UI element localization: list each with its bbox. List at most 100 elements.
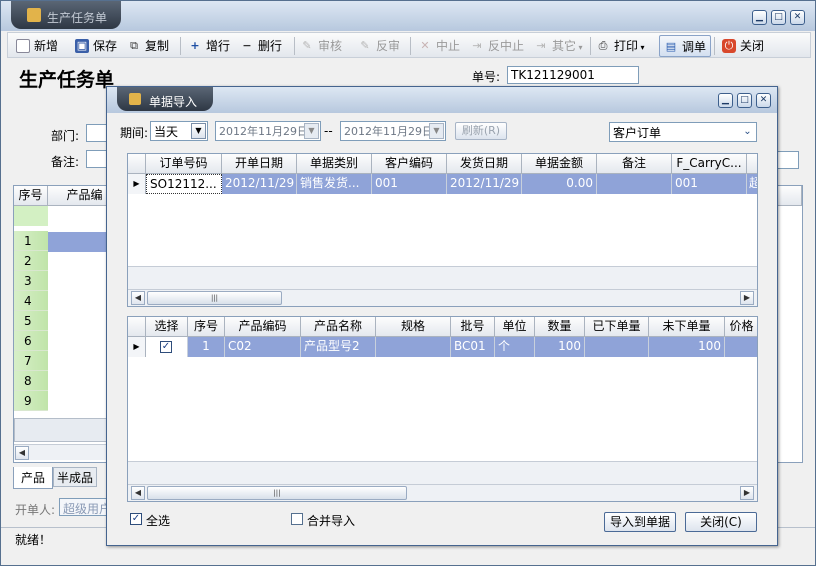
- order-cell[interactable]: SO12112...: [146, 174, 222, 194]
- order-cell[interactable]: 销售发货...: [297, 174, 372, 194]
- product-scroll-thumb[interactable]: |||: [147, 486, 407, 500]
- import-to-doc-button[interactable]: 导入到单据: [604, 512, 676, 532]
- scroll-right-icon[interactable]: ▶: [740, 486, 754, 500]
- window-title: 生产任务单: [47, 11, 108, 25]
- remark-field-end[interactable]: [777, 151, 799, 169]
- date-to-chevron-icon[interactable]: ▼: [429, 123, 444, 139]
- order-cell[interactable]: 001: [672, 174, 747, 194]
- product-cell[interactable]: BC01: [451, 337, 495, 357]
- dialog-maximize-button[interactable]: □: [737, 93, 752, 108]
- scroll-left-icon[interactable]: ◀: [131, 291, 145, 305]
- unstop-label: 反中止: [488, 39, 525, 53]
- form-title: 生产任务单: [19, 69, 115, 91]
- close-label: 关闭: [740, 39, 765, 53]
- col-header-carry: F_CarryC...: [672, 154, 747, 174]
- order-cell[interactable]: 001: [372, 174, 447, 194]
- scroll-left-icon[interactable]: ◀: [131, 486, 145, 500]
- product-grid-hscrollbar[interactable]: ◀ ||| ▶: [128, 485, 757, 501]
- col-header-unordered-qty: 未下单量: [649, 317, 725, 337]
- select-cell[interactable]: ✓: [146, 337, 188, 357]
- stop-button[interactable]: ✕ 中止: [418, 37, 460, 55]
- close-button[interactable]: ⏻ 关闭: [722, 37, 764, 55]
- print-button[interactable]: ⎙ 打印 ▾: [596, 37, 645, 55]
- col-header-order-no: 订单号码: [146, 154, 222, 174]
- grid-hscrollbar[interactable]: ◀: [14, 444, 110, 460]
- scroll-right-icon[interactable]: ▶: [740, 291, 754, 305]
- doc-type-select[interactable]: 客户订单 ⌄: [609, 122, 757, 142]
- product-cell[interactable]: 100: [649, 337, 725, 357]
- dialog-app-icon: [129, 93, 141, 105]
- save-button[interactable]: ▣ 保存: [75, 37, 117, 55]
- selected-row[interactable]: [48, 232, 108, 252]
- order-cell[interactable]: 0.00: [522, 174, 597, 194]
- row-number: 8: [14, 371, 48, 391]
- doc-type-chevron-icon[interactable]: ⌄: [740, 124, 755, 140]
- dialog-minimize-button[interactable]: ▁: [718, 93, 733, 108]
- row-number: 3: [14, 271, 48, 291]
- other-button[interactable]: ⇥ 其它 ▾: [534, 37, 582, 55]
- dialog-close-button[interactable]: 关闭(C): [685, 512, 757, 532]
- col-header-spec: 规格: [376, 317, 451, 337]
- dialog-close-x-button[interactable]: ✕: [756, 93, 771, 108]
- tab-product[interactable]: 产品: [13, 467, 53, 489]
- status-text: 就绪！: [15, 533, 52, 547]
- col-header-end: [780, 186, 802, 206]
- add-row-button[interactable]: + 增行: [188, 37, 230, 55]
- product-cell[interactable]: [725, 337, 757, 357]
- product-cell[interactable]: C02: [225, 337, 301, 357]
- doc-type-value: 客户订单: [613, 126, 662, 140]
- date-from-chevron-icon[interactable]: ▼: [304, 123, 319, 139]
- col-header-remark: 备注: [597, 154, 672, 174]
- col-header-product-code: 产品编码: [225, 317, 301, 337]
- maximize-button[interactable]: □: [771, 10, 786, 25]
- order-cell[interactable]: 超: [747, 174, 757, 194]
- refresh-button[interactable]: 刷新(R): [455, 122, 507, 140]
- grid-footer: [14, 418, 110, 442]
- row-number: 4: [14, 291, 48, 311]
- creator-field: 超级用户: [59, 498, 109, 516]
- product-cell[interactable]: [376, 337, 451, 357]
- title-bar: 生产任务单 ▁ □ ✕: [1, 1, 815, 31]
- period-select[interactable]: 当天 ▼: [150, 121, 208, 141]
- order-cell[interactable]: 2012/11/29: [222, 174, 297, 194]
- product-cell[interactable]: 个: [495, 337, 535, 357]
- order-cell[interactable]: 2012/11/29: [447, 174, 522, 194]
- scroll-left-icon[interactable]: ◀: [15, 446, 29, 460]
- merge-import-checkbox[interactable]: [291, 513, 303, 525]
- chevron-down-icon[interactable]: ▼: [191, 123, 206, 139]
- date-to-field[interactable]: 2012年11月29日 ▼: [340, 121, 446, 141]
- order-grid-hscrollbar[interactable]: ◀ ||| ▶: [128, 290, 757, 306]
- doc-no-field[interactable]: TK121129001: [507, 66, 639, 84]
- delete-row-button[interactable]: − 删行: [240, 37, 282, 55]
- order-scroll-thumb[interactable]: |||: [147, 291, 282, 305]
- other-icon: ⇥: [536, 39, 546, 52]
- col-header-doc-type: 单据类别: [297, 154, 372, 174]
- col-header-price: 价格: [725, 317, 757, 337]
- window-close-button[interactable]: ✕: [790, 10, 805, 25]
- row-select-checkbox[interactable]: ✓: [160, 341, 172, 353]
- product-grid: 选择 序号 产品编码 产品名称 规格 批号 单位 数量 已下单量 未下单量 价格…: [127, 316, 758, 502]
- audit-button[interactable]: ✎ 审核: [300, 37, 342, 55]
- order-cell[interactable]: [597, 174, 672, 194]
- col-header-open-date: 开单日期: [222, 154, 297, 174]
- product-cell[interactable]: 100: [535, 337, 585, 357]
- row-pointer-icon: ▶: [128, 174, 146, 194]
- product-cell[interactable]: 1: [188, 337, 225, 357]
- product-cell[interactable]: [585, 337, 649, 357]
- audit-icon: ✎: [302, 39, 312, 52]
- unstop-button[interactable]: ⇥ 反中止: [470, 37, 524, 55]
- copy-button[interactable]: ⧉ 复制: [127, 37, 169, 55]
- new-row-indicator: [14, 206, 48, 226]
- product-cell[interactable]: 产品型号2: [301, 337, 376, 357]
- select-all-checkbox[interactable]: ✓: [130, 513, 142, 525]
- row-number: 5: [14, 311, 48, 331]
- date-from-field[interactable]: 2012年11月29日 ▼: [215, 121, 321, 141]
- col-header-amount: 单据金额: [522, 154, 597, 174]
- print-label: 打印: [614, 39, 639, 53]
- unaudit-button[interactable]: ✎ 反审: [358, 37, 400, 55]
- import-icon: ▤: [665, 40, 677, 53]
- import-doc-button[interactable]: ▤ 调单: [659, 35, 712, 57]
- minimize-button[interactable]: ▁: [752, 10, 767, 25]
- new-button[interactable]: 新增: [16, 37, 58, 55]
- tab-semi-product[interactable]: 半成品: [53, 467, 97, 487]
